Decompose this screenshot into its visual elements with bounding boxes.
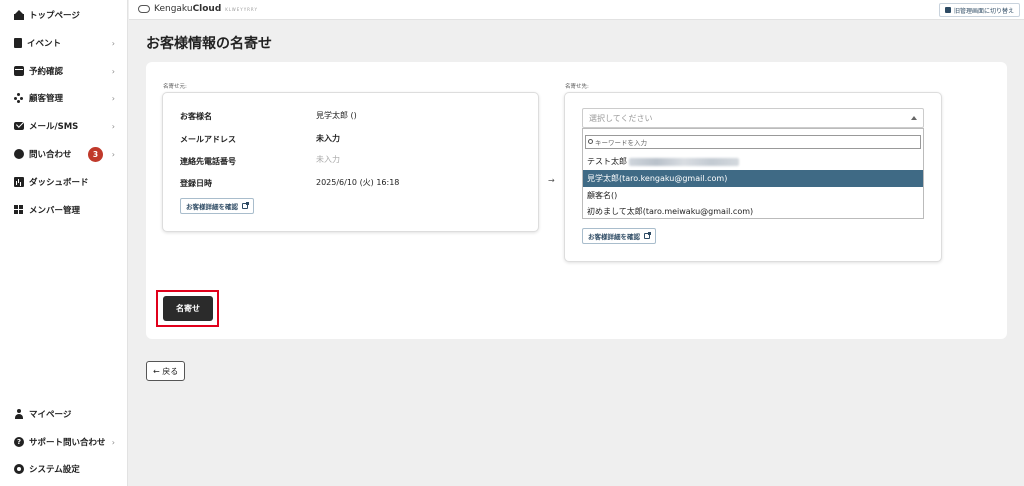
- sidebar-item-label: 予約確認: [29, 67, 64, 77]
- inquiry-icon: [14, 149, 24, 159]
- field-value-email: 未入力: [316, 134, 340, 143]
- sidebar-item-top[interactable]: トップページ: [14, 7, 117, 23]
- sidebar: トップページ イベント › 予約確認 › 顧客管理 › メール/SMS › 問い…: [0, 0, 128, 486]
- external-link-icon: [644, 232, 651, 239]
- target-detail-button-label: お客様詳細を確認: [588, 233, 640, 241]
- field-value-name: 見学太郎 (): [316, 111, 357, 120]
- option-label: テスト太郎: [587, 157, 627, 166]
- sidebar-item-event[interactable]: イベント ›: [14, 35, 117, 51]
- target-detail-button[interactable]: お客様詳細を確認: [582, 228, 656, 244]
- merge-arrow-icon: →: [548, 176, 555, 185]
- field-label-phone: 連絡先電話番号: [180, 157, 236, 166]
- source-detail-button-label: お客様詳細を確認: [186, 203, 238, 211]
- field-value-registered-at: 2025/6/10 (火) 16:18: [316, 178, 400, 187]
- chevron-right-icon: ›: [111, 121, 115, 131]
- sidebar-item-inquiries[interactable]: 問い合わせ 3 ›: [14, 146, 117, 162]
- target-customer-dropdown: キーワードを入力 テスト太郎 見学太郎(taro.kengaku@gmail.c…: [582, 128, 924, 219]
- document-icon: [14, 38, 22, 48]
- chevron-right-icon: ›: [111, 66, 115, 76]
- cloud-logo-icon: [138, 5, 150, 13]
- grid-icon: [14, 205, 24, 215]
- page-title: お客様情報の名寄せ: [146, 36, 272, 52]
- field-value-phone: 未入力: [316, 155, 340, 164]
- logo-subtext: KLWEYYRRY: [225, 6, 258, 12]
- keyword-search-input[interactable]: キーワードを入力: [585, 135, 921, 149]
- sidebar-item-label: メール/SMS: [29, 122, 79, 132]
- search-placeholder: キーワードを入力: [595, 139, 647, 147]
- topbar: Kengaku Cloud KLWEYYRRY 旧管理画面に切り替え: [129, 0, 1024, 20]
- customer-option[interactable]: テスト太郎: [583, 153, 923, 170]
- back-button[interactable]: ← 戻る: [146, 361, 186, 381]
- mail-icon: [14, 122, 24, 130]
- gear-icon: [14, 464, 24, 474]
- chevron-right-icon: ›: [111, 93, 115, 103]
- notification-badge: 3: [88, 146, 103, 162]
- calendar-icon: [14, 66, 24, 76]
- sidebar-item-customers[interactable]: 顧客管理 ›: [14, 90, 117, 106]
- home-icon: [14, 10, 24, 20]
- sidebar-item-support[interactable]: ? サポート問い合わせ ›: [14, 434, 117, 450]
- switch-legacy-admin-label: 旧管理画面に切り替え: [953, 7, 1014, 15]
- sidebar-item-label: システム設定: [29, 465, 80, 475]
- option-label: 初めまして太郎(taro.meiwaku@gmail.com): [587, 207, 754, 216]
- target-customer-select[interactable]: 選択してください: [582, 108, 924, 128]
- option-label: 顧客名(): [587, 191, 618, 200]
- sidebar-item-label: 顧客管理: [29, 94, 64, 104]
- external-link-icon: [944, 7, 951, 13]
- customer-option[interactable]: 初めまして太郎(taro.meiwaku@gmail.com): [583, 203, 923, 220]
- help-icon: ?: [14, 437, 24, 447]
- sidebar-item-mail-sms[interactable]: メール/SMS ›: [14, 118, 117, 134]
- target-section-label: 名寄せ先:: [565, 84, 589, 90]
- sidebar-item-label: サポート問い合わせ: [29, 438, 106, 448]
- chevron-right-icon: ›: [111, 38, 115, 48]
- sidebar-item-label: イベント: [27, 39, 62, 49]
- user-icon: [14, 409, 24, 419]
- caret-up-icon: [911, 116, 917, 120]
- option-label: 見学太郎(taro.kengaku@gmail.com): [587, 174, 728, 183]
- people-icon: [14, 93, 24, 103]
- chevron-right-icon: ›: [111, 149, 115, 159]
- customer-option-selected[interactable]: 見学太郎(taro.kengaku@gmail.com): [583, 170, 923, 187]
- redacted-email: [629, 157, 739, 166]
- field-label-name: お客様名: [180, 112, 212, 121]
- sidebar-item-label: マイページ: [29, 410, 72, 420]
- app-logo[interactable]: Kengaku Cloud KLWEYYRRY: [138, 4, 258, 14]
- sidebar-item-system-settings[interactable]: システム設定: [14, 461, 117, 477]
- chevron-right-icon: ›: [111, 437, 115, 447]
- merge-button[interactable]: 名寄せ: [163, 296, 213, 321]
- field-label-registered-at: 登録日時: [180, 179, 212, 188]
- sidebar-item-members[interactable]: メンバー管理: [14, 202, 117, 218]
- logo-text: Kengaku: [154, 4, 193, 14]
- field-label-email: メールアドレス: [180, 135, 236, 144]
- sidebar-item-label: 問い合わせ: [29, 150, 72, 160]
- logo-text-bold: Cloud: [192, 4, 222, 14]
- source-section-label: 名寄せ元:: [163, 84, 187, 90]
- switch-legacy-admin-button[interactable]: 旧管理画面に切り替え: [938, 3, 1020, 17]
- sidebar-item-label: メンバー管理: [29, 206, 81, 216]
- external-link-icon: [242, 202, 249, 209]
- search-icon: [588, 139, 593, 144]
- select-placeholder: 選択してください: [589, 113, 653, 123]
- customer-option[interactable]: 顧客名(): [583, 187, 923, 204]
- sidebar-item-mypage[interactable]: マイページ: [14, 406, 117, 422]
- sidebar-item-label: ダッシュボード: [29, 178, 89, 188]
- sidebar-item-dashboard[interactable]: ダッシュボード: [14, 174, 117, 190]
- sidebar-item-reservation[interactable]: 予約確認 ›: [14, 63, 117, 79]
- sidebar-item-label: トップページ: [29, 11, 80, 21]
- chart-icon: [14, 177, 24, 187]
- source-detail-button[interactable]: お客様詳細を確認: [180, 198, 254, 214]
